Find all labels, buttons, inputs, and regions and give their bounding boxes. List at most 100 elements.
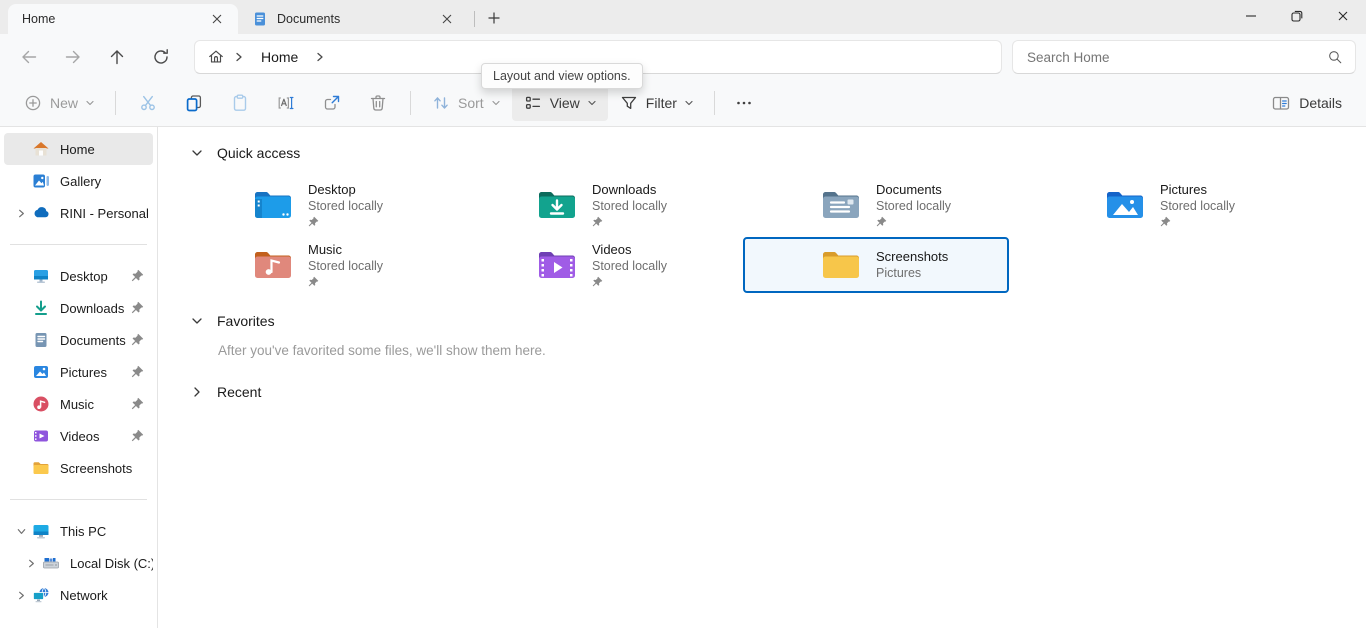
- tile-screenshots[interactable]: Screenshots Pictures: [743, 237, 1009, 293]
- refresh-button[interactable]: [140, 39, 182, 75]
- folder-downloads-icon: [537, 189, 577, 221]
- chevron-right-icon[interactable]: [10, 208, 32, 219]
- sidebar-item-onedrive[interactable]: RINI - Personal: [4, 197, 153, 229]
- details-button[interactable]: Details: [1259, 85, 1354, 121]
- tile-subtitle: Stored locally: [308, 258, 383, 274]
- tab-home[interactable]: Home: [8, 4, 238, 34]
- filter-button[interactable]: Filter: [608, 85, 705, 121]
- tile-subtitle: Stored locally: [592, 198, 667, 214]
- sidebar-item-label: This PC: [60, 524, 106, 539]
- more-options-button[interactable]: [725, 85, 763, 121]
- plus-circle-icon: [23, 93, 43, 113]
- minimize-button[interactable]: [1228, 0, 1274, 32]
- section-favorites[interactable]: Favorites: [159, 309, 1366, 333]
- chevron-right-icon[interactable]: [20, 558, 42, 569]
- tile-name: Videos: [592, 242, 667, 258]
- close-button[interactable]: [1320, 0, 1366, 32]
- chevron-down-icon[interactable]: [10, 526, 32, 537]
- tab-label: Documents: [277, 12, 436, 26]
- tile-pictures[interactable]: Pictures Stored locally: [1027, 177, 1293, 233]
- tile-downloads[interactable]: Downloads Stored locally: [459, 177, 725, 233]
- sidebar-item-pictures[interactable]: Pictures: [4, 356, 153, 388]
- sidebar-item-label: Desktop: [60, 269, 108, 284]
- tab-close-icon[interactable]: [206, 8, 228, 30]
- sidebar-item-label: Music: [60, 397, 94, 412]
- sidebar-item-label: Network: [60, 588, 108, 603]
- sidebar-item-screenshots[interactable]: Screenshots: [4, 452, 153, 484]
- tile-name: Music: [308, 242, 383, 258]
- sidebar-item-network[interactable]: Network: [4, 579, 153, 611]
- sidebar-item-home[interactable]: Home: [4, 133, 153, 165]
- folder-documents-icon: [821, 189, 861, 221]
- tooltip: Layout and view options.: [481, 63, 643, 89]
- pin-icon: [131, 301, 144, 317]
- sort-button[interactable]: Sort: [420, 85, 512, 121]
- tile-subtitle: Stored locally: [1160, 198, 1235, 214]
- search-icon[interactable]: [1323, 49, 1355, 65]
- folder-videos-icon: [537, 249, 577, 281]
- chevron-right-icon[interactable]: [10, 590, 32, 601]
- chevron-right-icon[interactable]: [310, 51, 330, 63]
- section-title: Quick access: [217, 145, 300, 161]
- sidebar-item-label: Screenshots: [60, 461, 132, 476]
- pictures-icon: [32, 363, 50, 381]
- pin-icon: [1160, 215, 1235, 229]
- tile-documents[interactable]: Documents Stored locally: [743, 177, 1009, 233]
- sidebar-item-videos[interactable]: Videos: [4, 420, 153, 452]
- sidebar-item-gallery[interactable]: Gallery: [4, 165, 153, 197]
- home-icon[interactable]: [207, 48, 225, 66]
- sidebar-item-this-pc[interactable]: This PC: [4, 515, 153, 547]
- toolbar-divider: [410, 91, 411, 115]
- chevron-down-icon: [491, 98, 501, 108]
- copy-button[interactable]: [172, 85, 216, 121]
- file-explorer-window: Home Documents: [0, 0, 1366, 628]
- sidebar-item-label: Home: [60, 142, 95, 157]
- chevron-down-icon: [684, 98, 694, 108]
- pin-icon: [876, 215, 951, 229]
- forward-button[interactable]: [52, 39, 94, 75]
- pin-icon: [592, 215, 667, 229]
- tile-videos[interactable]: Videos Stored locally: [459, 237, 725, 293]
- view-button[interactable]: View: [512, 85, 608, 121]
- tile-desktop[interactable]: Desktop Stored locally: [175, 177, 441, 233]
- pin-icon: [131, 333, 144, 349]
- breadcrumb-home[interactable]: Home: [253, 47, 306, 67]
- sidebar-item-label: Downloads: [60, 301, 124, 316]
- delete-button[interactable]: [356, 85, 400, 121]
- tile-name: Pictures: [1160, 182, 1235, 198]
- tile-name: Documents: [876, 182, 951, 198]
- new-tab-button[interactable]: [481, 5, 507, 31]
- rename-button[interactable]: [264, 85, 308, 121]
- new-button[interactable]: New: [12, 85, 106, 121]
- tab-documents[interactable]: Documents: [238, 4, 468, 34]
- tab-close-icon[interactable]: [436, 8, 458, 30]
- tile-music[interactable]: Music Stored locally: [175, 237, 441, 293]
- section-recent[interactable]: Recent: [159, 380, 1366, 404]
- sidebar-item-documents[interactable]: Documents: [4, 324, 153, 356]
- sidebar-item-downloads[interactable]: Downloads: [4, 292, 153, 324]
- navigation-pane: Home Gallery RINI - Personal Desktop: [0, 127, 158, 628]
- toolbar-divider: [115, 91, 116, 115]
- section-quick-access[interactable]: Quick access: [159, 141, 1366, 165]
- search-input[interactable]: [1013, 50, 1323, 65]
- quick-access-grid: Desktop Stored locally Downloads Stored …: [175, 177, 1366, 297]
- sidebar-item-local-disk-c[interactable]: Local Disk (C:): [4, 547, 153, 579]
- paste-button[interactable]: [218, 85, 262, 121]
- network-icon: [32, 586, 50, 604]
- chevron-right-icon[interactable]: [190, 385, 204, 399]
- cut-button[interactable]: [126, 85, 170, 121]
- chevron-down-icon[interactable]: [190, 146, 204, 160]
- navigation-bar: Home: [0, 34, 1366, 80]
- sidebar-item-label: RINI - Personal: [60, 206, 149, 221]
- section-title: Favorites: [217, 313, 275, 329]
- new-label: New: [50, 95, 78, 111]
- chevron-down-icon[interactable]: [190, 314, 204, 328]
- sidebar-item-music[interactable]: Music: [4, 388, 153, 420]
- back-button[interactable]: [8, 39, 50, 75]
- up-button[interactable]: [96, 39, 138, 75]
- sidebar-item-label: Documents: [60, 333, 126, 348]
- restore-button[interactable]: [1274, 0, 1320, 32]
- details-pane-icon: [1271, 93, 1291, 113]
- share-button[interactable]: [310, 85, 354, 121]
- sidebar-item-desktop[interactable]: Desktop: [4, 260, 153, 292]
